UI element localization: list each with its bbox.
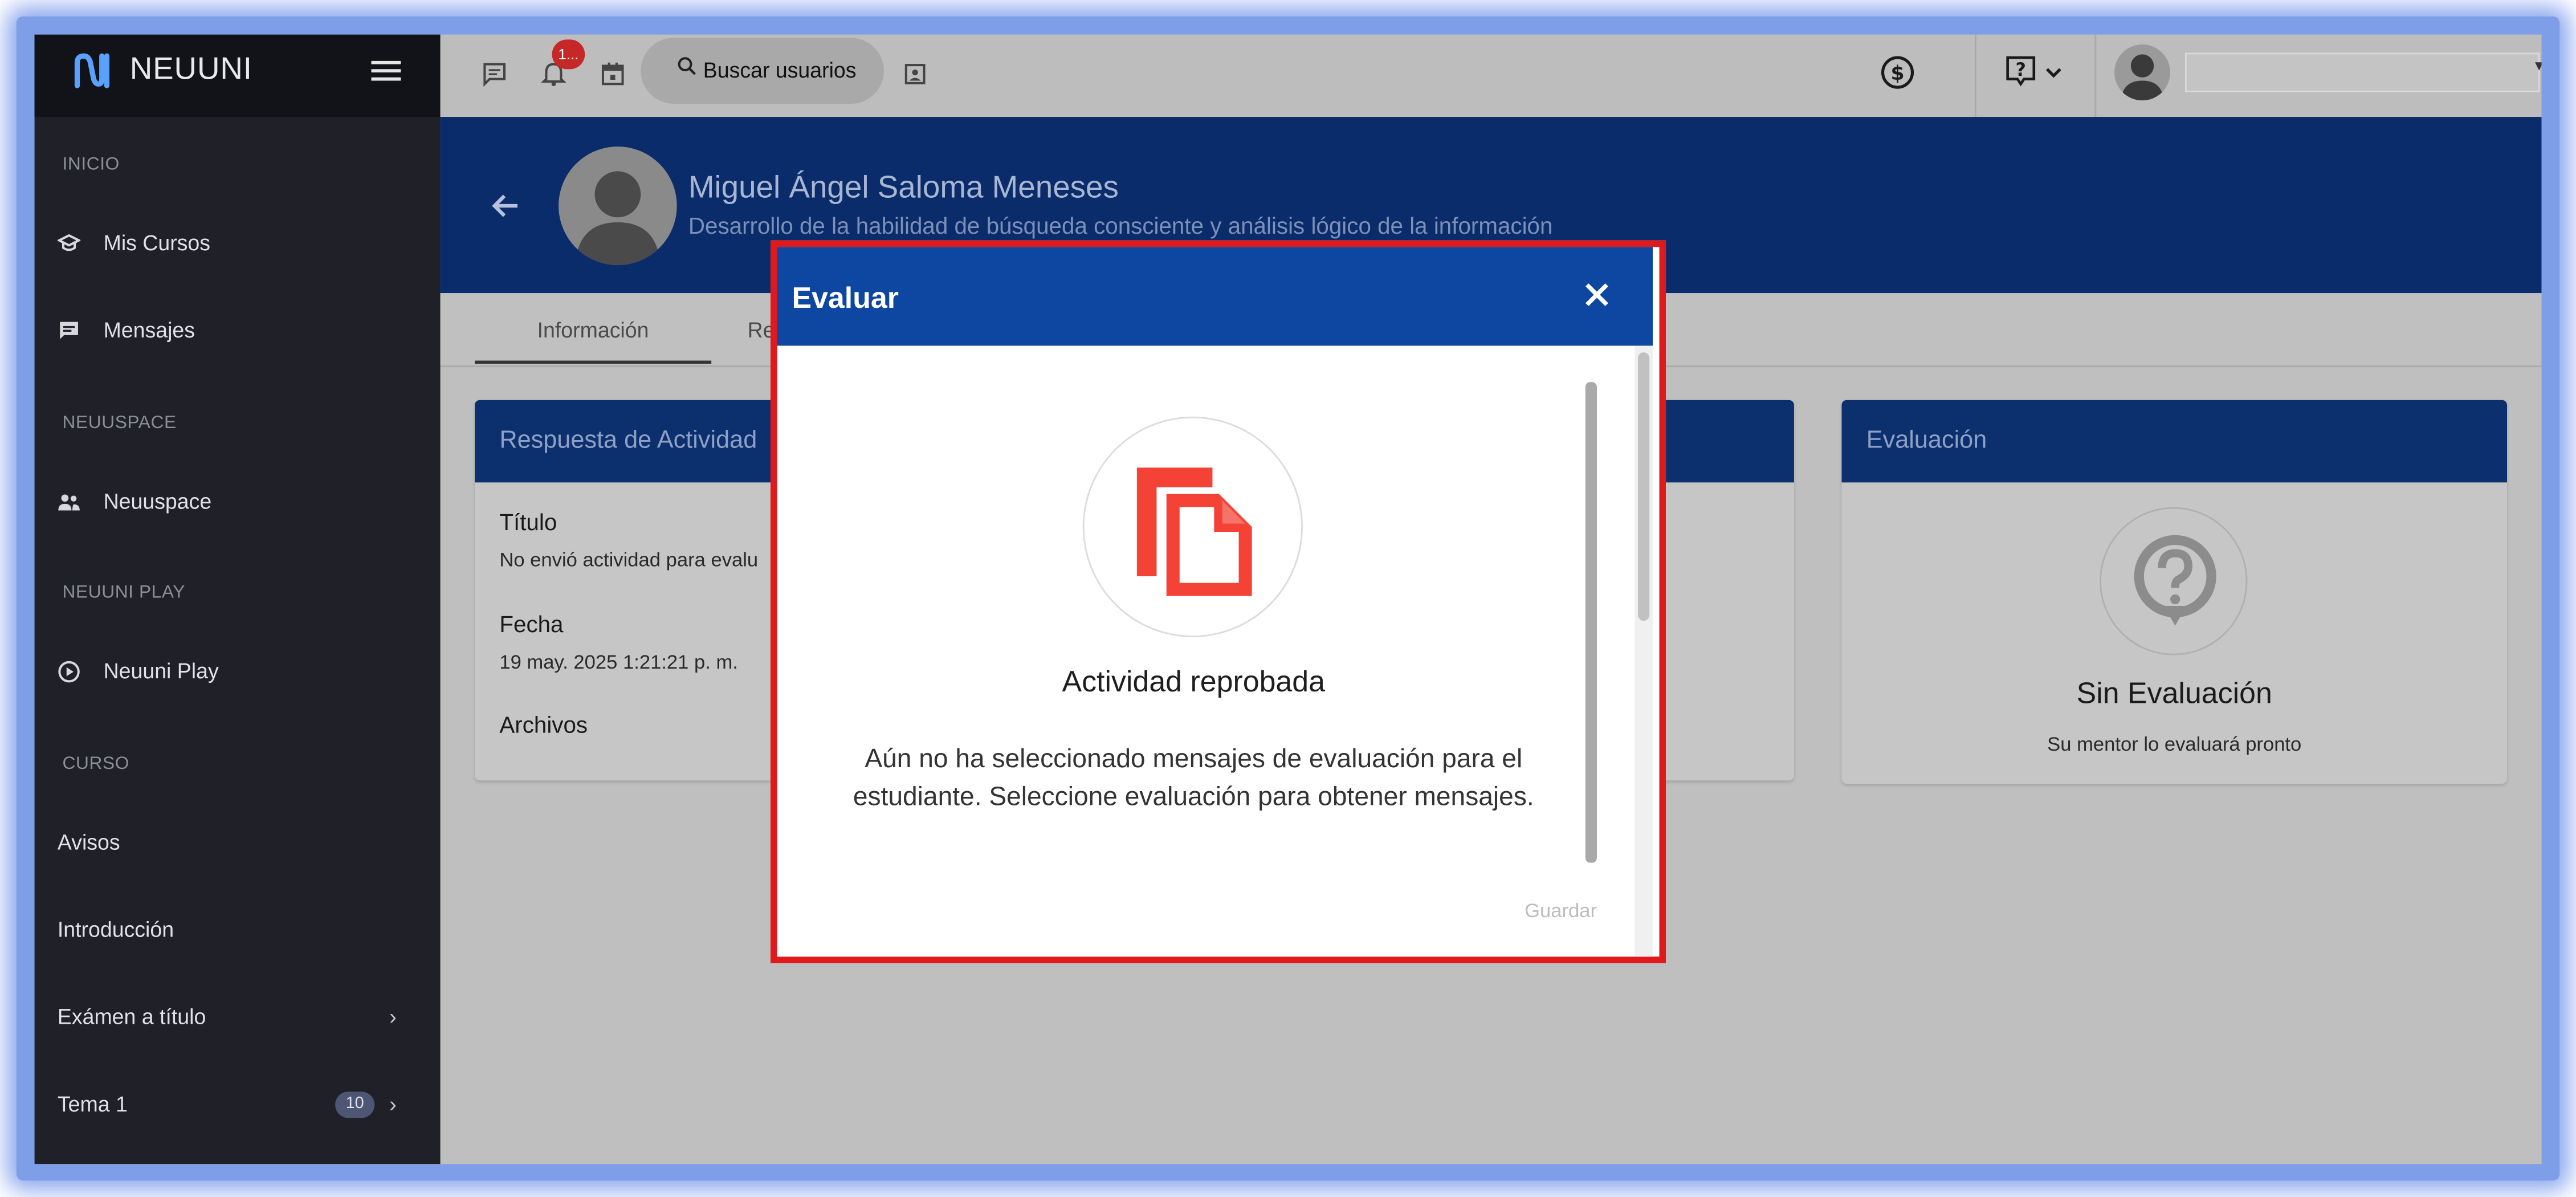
dialog-header: Evaluar [777,247,1653,346]
result-title: Actividad reprobada [1062,665,1326,698]
copy-document-icon [1136,467,1252,596]
sidebar-item-label: Exámen a título [57,1004,206,1029]
search-icon [678,57,696,75]
svg-text:$: $ [1890,62,1904,85]
question-circle [2100,507,2248,656]
search-users-button[interactable]: Buscar usuarios [641,38,884,104]
sidebar-item-tema-1[interactable]: Tema 1 10 › [35,1077,441,1136]
student-avatar [559,146,677,266]
document-circle [1082,416,1303,637]
tab-informacion[interactable]: Información [537,317,649,342]
sidebar-item-introduccion[interactable]: Introducción [35,902,441,962]
tema-count-badge: 10 [335,1092,375,1118]
user-avatar[interactable] [2114,44,2171,101]
top-bar: 1... Buscar usuarios $ ? [440,34,2542,119]
evaluation-card: Evaluación Sin Evaluación Su mentor lo e… [1841,400,2507,784]
message-icon [60,321,78,340]
evaluation-card-header: Evaluación [1841,400,2507,483]
sidebar-item-label: Mensajes [103,317,195,343]
course-name: Desarrollo de la habilidad de búsqueda c… [688,212,1553,239]
scrollbar-thumb[interactable] [1638,352,1650,621]
neuuni-logo-icon [74,53,109,88]
sidebar-item-examen[interactable]: Exámen a título › [35,990,441,1049]
sidebar: NEUUNI INICIO Mis Cursos Mensajes NEUUSP… [34,34,441,1165]
sidebar-item-label: Introducción [57,917,174,942]
sidebar-item-avisos[interactable]: Avisos [35,815,441,874]
active-tab-indicator [475,360,712,364]
dialog-body: Actividad reprobada Aún no ha selecciona… [777,345,1653,957]
section-neuuni-play: NEUUNI PLAY [62,583,186,603]
group-icon [58,494,80,511]
sidebar-item-neuuspace[interactable]: Neuuspace [35,474,441,534]
titulo-value: No envió actividad para evalu [499,548,759,572]
contact-card-icon[interactable] [902,61,928,87]
play-circle-icon [58,661,80,683]
sidebar-item-mis-cursos[interactable]: Mis Cursos [35,215,441,275]
sidebar-item-label: Neuuni Play [103,658,219,683]
sidebar-item-label: Neuuspace [103,488,212,514]
save-button[interactable]: Guardar [1525,899,1597,922]
dialog-title: Evaluar [792,281,899,315]
result-message: Aún no ha seleccionado mensajes de evalu… [853,746,1534,812]
back-arrow-icon[interactable] [490,193,519,219]
chevron-down-icon[interactable] [2044,63,2064,83]
section-neuuspace: NEUUSPACE [62,413,177,433]
graduation-cap-icon [57,234,81,251]
inner-scrollbar[interactable] [1585,382,1597,863]
person-icon [574,171,661,266]
sidebar-item-neuuni-play[interactable]: Neuuni Play [35,644,441,703]
divider [1975,34,1976,117]
question-bubble-icon [2134,535,2216,626]
evaluation-note: Su mentor lo evaluará pronto [2047,732,2302,756]
student-name: Miguel Ángel Saloma Meneses [688,171,1119,206]
user-name-field[interactable] [2184,52,2540,92]
brand-name: NEUUNI [129,52,252,88]
user-menu-caret-icon[interactable]: ▾ [2535,58,2542,76]
fecha-label: Fecha [499,610,564,637]
section-curso: CURSO [62,754,129,774]
hamburger-menu-icon[interactable] [371,59,401,82]
chevron-right-icon: › [389,1004,397,1029]
chevron-right-icon: › [389,1092,397,1117]
fecha-value: 19 may. 2025 1:21:21 p. m. [499,650,738,674]
dialog-scrollbar[interactable] [1635,345,1653,957]
svg-text:?: ? [2016,60,2026,80]
divider [2094,34,2097,117]
calendar-icon[interactable] [600,61,626,87]
sidebar-item-label: Avisos [57,829,120,855]
close-icon[interactable] [1582,280,1612,310]
response-card-title: Respuesta de Actividad [499,426,757,455]
currency-icon[interactable]: $ [1880,54,1915,91]
notification-badge: 1... [552,39,585,70]
sidebar-item-label: Mis Cursos [103,230,211,255]
sidebar-item-mensajes[interactable]: Mensajes [35,303,441,363]
evaluation-status: Sin Evaluación [2076,677,2272,710]
section-inicio: INICIO [62,154,120,175]
brand-bar: NEUUNI [34,34,441,117]
search-users-label: Buscar usuarios [703,58,857,83]
evaluation-card-title: Evaluación [1866,426,1987,455]
titulo-label: Título [499,508,557,535]
person-icon [2121,54,2164,101]
archivos-label: Archivos [499,711,588,738]
chat-icon[interactable] [482,61,508,87]
sidebar-item-label: Tema 1 [57,1092,128,1117]
help-icon[interactable]: ? [2004,54,2037,87]
